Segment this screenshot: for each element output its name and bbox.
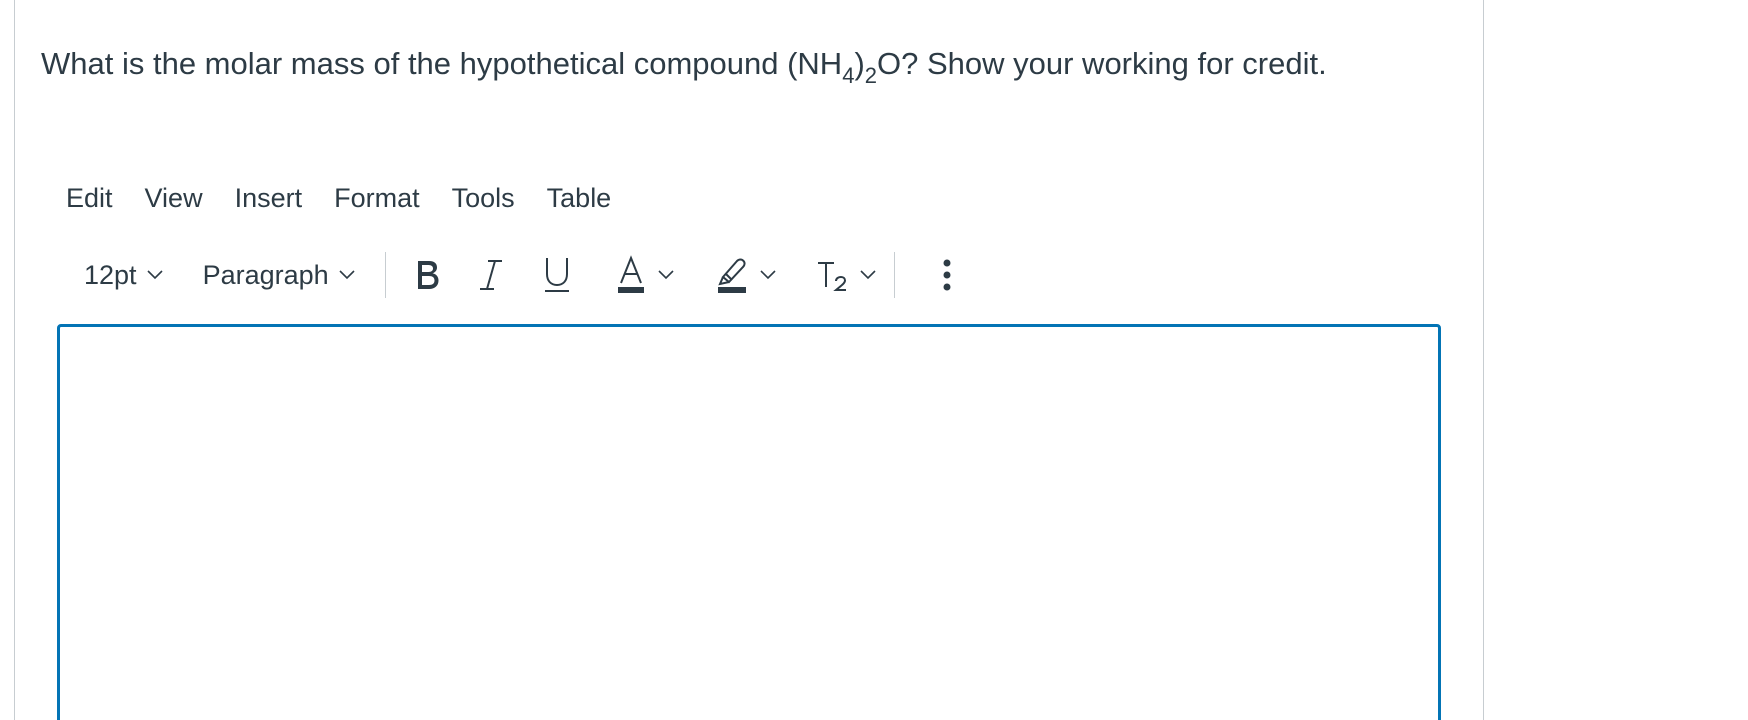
question-text: What is the molar mass of the hypothetic… [41, 44, 1327, 87]
page: What is the molar mass of the hypothetic… [0, 0, 1748, 720]
question-text-part: What is the molar mass of the hypothetic… [41, 46, 843, 81]
editor-toolbar: 12pt Paragraph [66, 250, 953, 300]
toolbar-divider [893, 252, 895, 298]
underline-icon [544, 258, 569, 292]
block-format-value: Paragraph [202, 259, 329, 290]
font-size-value: 12pt [84, 259, 137, 290]
font-size-select[interactable]: 12pt [84, 260, 163, 291]
more-vertical-icon [943, 259, 951, 291]
subscript-button[interactable] [816, 252, 876, 298]
question-subscript: 2 [864, 63, 878, 88]
answer-editor-area[interactable] [57, 324, 1441, 720]
question-text-part: ) [854, 46, 865, 81]
chevron-down-icon [339, 270, 355, 280]
menu-tools[interactable]: Tools [452, 179, 515, 218]
underline-button[interactable] [542, 252, 572, 298]
editor-menubar: Edit View Insert Format Tools Table [66, 178, 643, 218]
text-color-icon [617, 255, 644, 293]
more-button[interactable] [941, 252, 953, 298]
question-subscript: 4 [842, 63, 855, 88]
italic-icon [479, 260, 502, 290]
text-color-button[interactable] [616, 252, 674, 298]
block-format-select[interactable]: Paragraph [203, 260, 355, 291]
chevron-down-icon [760, 270, 776, 280]
bold-button[interactable] [410, 252, 446, 298]
menu-table[interactable]: Table [547, 179, 612, 218]
italic-button[interactable] [476, 252, 506, 298]
chevron-down-icon [146, 270, 163, 280]
menu-insert[interactable]: Insert [235, 179, 303, 218]
chevron-down-icon [658, 270, 674, 280]
highlight-color-icon [717, 258, 746, 293]
question-text-part: O? Show your working for credit. [877, 46, 1327, 81]
menu-format[interactable]: Format [334, 179, 420, 218]
menu-view[interactable]: View [145, 179, 203, 218]
bold-icon [417, 261, 439, 289]
subscript-icon [817, 262, 846, 291]
toolbar-divider [384, 252, 386, 298]
menu-edit[interactable]: Edit [66, 179, 113, 218]
chevron-down-icon [860, 270, 876, 280]
highlight-color-button[interactable] [716, 252, 776, 298]
